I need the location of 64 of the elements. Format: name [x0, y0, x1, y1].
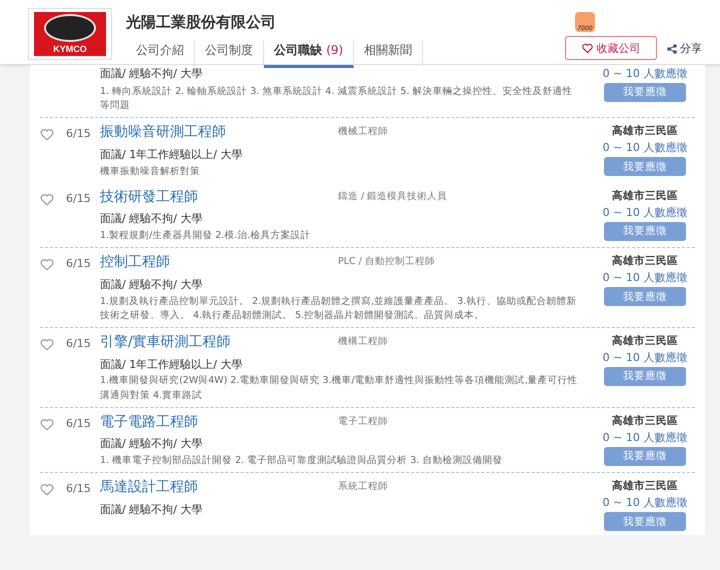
heart-icon[interactable] — [40, 258, 54, 272]
job-location: 高雄市三民區 — [612, 188, 678, 203]
applicant-count: 0 ~ 10 人數應徵 — [602, 141, 688, 156]
logo-text: KYMCO — [53, 44, 87, 56]
job-requirements: 面議/ 經驗不拘/ 大學 — [100, 212, 204, 226]
job-category: 系統工程師 — [338, 480, 388, 494]
heart-icon[interactable] — [40, 128, 54, 142]
job-category: 鑄造 / 鍛造模具技術人員 — [338, 190, 448, 204]
job-description: 1.製程規劃/生產器具開發 2.模.治.檢具方案設計 — [100, 229, 312, 243]
applicant-count: 0 ~ 10 人數應徵 — [602, 67, 688, 81]
logo-emblem — [44, 14, 96, 42]
heart-icon[interactable] — [40, 338, 54, 351]
job-description: 機車振動噪音解析對策 — [100, 164, 201, 178]
job-description: 1. 機車電子控制部品設計開發 2. 電子部品可靠度測試驗證與品質分析 3. 自動檢測設備開發 — [100, 454, 504, 468]
applicant-count: 0 ~ 10 人數應徵 — [602, 496, 688, 510]
job-category: 機械工程師 — [338, 125, 388, 140]
job-requirements: 面議/ 1年工作經驗以上/ 大學 — [100, 148, 244, 162]
apply-button[interactable]: 我要應徵 — [604, 446, 686, 466]
post-date: 6/15 — [66, 416, 92, 432]
job-requirements: 面議/ 1年工作經驗以上/ 大學 — [100, 358, 244, 372]
heart-icon[interactable] — [40, 418, 54, 431]
job-location: 高雄市三民區 — [612, 334, 678, 348]
job-location: 高雄市三民區 — [612, 479, 678, 494]
job-description: 1.規劃及執行產品控制單元設計。 2.規劃執行產品韌體之撰寫,並維護量產產品。 3.執行、協助或配合韌體新技術之研發、導入。 4.執行產品韌體測試。 5.控制器晶片韌體開發測試、品質與成本。 — [100, 294, 578, 323]
post-date: 6/15 — [66, 256, 92, 272]
apply-button[interactable]: 我要應徵 — [604, 82, 686, 102]
follow-button[interactable]: 收藏公司 — [565, 36, 657, 60]
applicant-count: 0 ~ 10 人數應徵 — [602, 351, 688, 365]
job-requirements: 面議/ 經驗不拘/ 大學 — [100, 502, 204, 516]
post-date: 6/15 — [66, 336, 92, 352]
job-title-link[interactable]: 馬達設計工程師 — [100, 479, 338, 497]
job-description: 1.機車開發與研究(2W與4W) 2.電動車開發與研究 3.機車/電動車舒適性與振動性等各項機能測試,量產可行性溝通與對策 4.實車路試 — [100, 374, 579, 402]
job-location: 高雄市三民區 — [612, 254, 678, 268]
share-button[interactable]: 分享 — [667, 41, 702, 56]
heart-icon[interactable] — [40, 483, 54, 496]
apply-button[interactable]: 我要應徵 — [604, 222, 686, 241]
job-location: 高雄市三民區 — [612, 414, 678, 428]
heart-icon — [582, 43, 592, 53]
post-date: 6/15 — [66, 190, 92, 207]
job-title-link[interactable]: 電子電路工程師 — [100, 414, 338, 432]
post-date: 6/15 — [66, 481, 92, 498]
apply-button[interactable]: 我要應徵 — [604, 366, 686, 386]
post-date: 6/15 — [66, 126, 92, 142]
job-requirements: 面議/ 經驗不拘/ 大學 — [100, 278, 204, 292]
heart-icon[interactable] — [40, 192, 54, 206]
job-category: 電子工程師 — [338, 414, 388, 429]
job-category: PLC / 自動控制工程師 — [338, 255, 435, 270]
job-requirements: 面議/ 經驗不拘/ 大學 — [100, 437, 204, 451]
applicant-count: 0 ~ 10 人數應徵 — [602, 430, 688, 445]
job-requirements: 面議/ 經驗不拘/ 大學 — [100, 67, 204, 81]
apply-button[interactable]: 我要應徵 — [604, 287, 686, 306]
apply-button[interactable]: 我要應徵 — [604, 157, 686, 176]
job-title-link[interactable]: 引擎/實車研測工程師 — [100, 334, 338, 352]
share-icon — [667, 44, 677, 54]
job-location: 高雄市三民區 — [612, 124, 678, 138]
applicant-count: 0 ~ 10 人數應徵 — [602, 271, 688, 286]
job-category: 機構工程師 — [338, 335, 388, 349]
apply-button[interactable]: 我要應徵 — [604, 512, 686, 532]
job-description: 1. 轉向系統設計 2. 輪軸系統設計 3. 煞車系統設計 4. 減震系統設計 5. 解決車輛之操控性、安全性及舒適性等問題 — [100, 84, 574, 113]
company-name: 光陽工業股份有限公司 — [126, 13, 277, 32]
job-title-link[interactable]: 控制工程師 — [100, 254, 338, 272]
job-title-link[interactable]: 振動噪音研測工程師 — [100, 124, 338, 142]
applicant-count: 0 ~ 10 人數應徵 — [602, 206, 688, 220]
job-title-link[interactable]: 技術研發工程師 — [100, 188, 338, 206]
